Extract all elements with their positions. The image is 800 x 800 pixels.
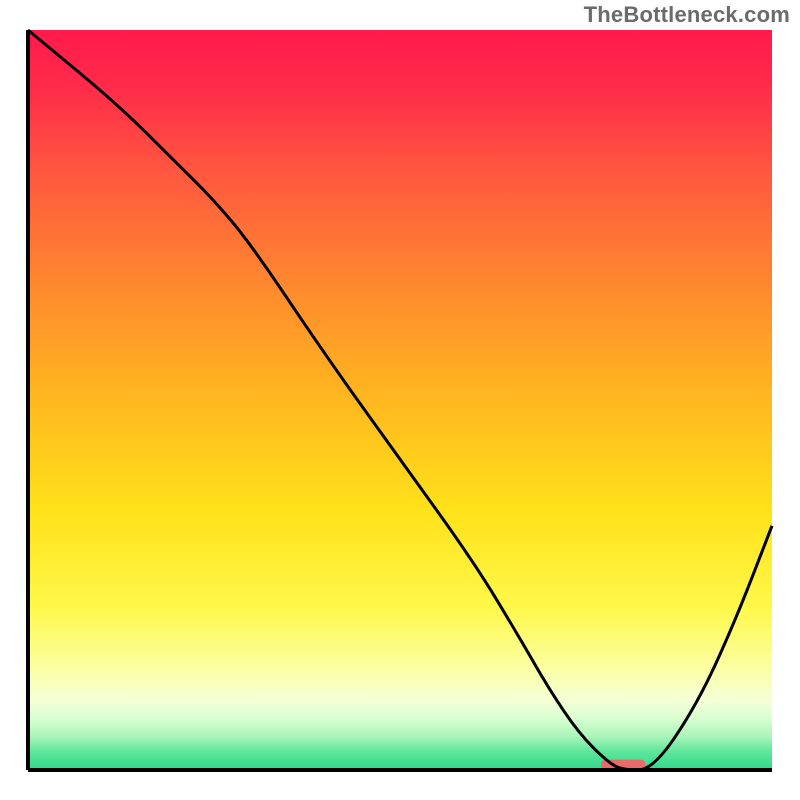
bottleneck-chart	[0, 0, 800, 800]
chart-container: TheBottleneck.com	[0, 0, 800, 800]
watermark-text: TheBottleneck.com	[584, 2, 790, 28]
plot-area	[28, 30, 772, 770]
plot-background	[28, 30, 772, 770]
